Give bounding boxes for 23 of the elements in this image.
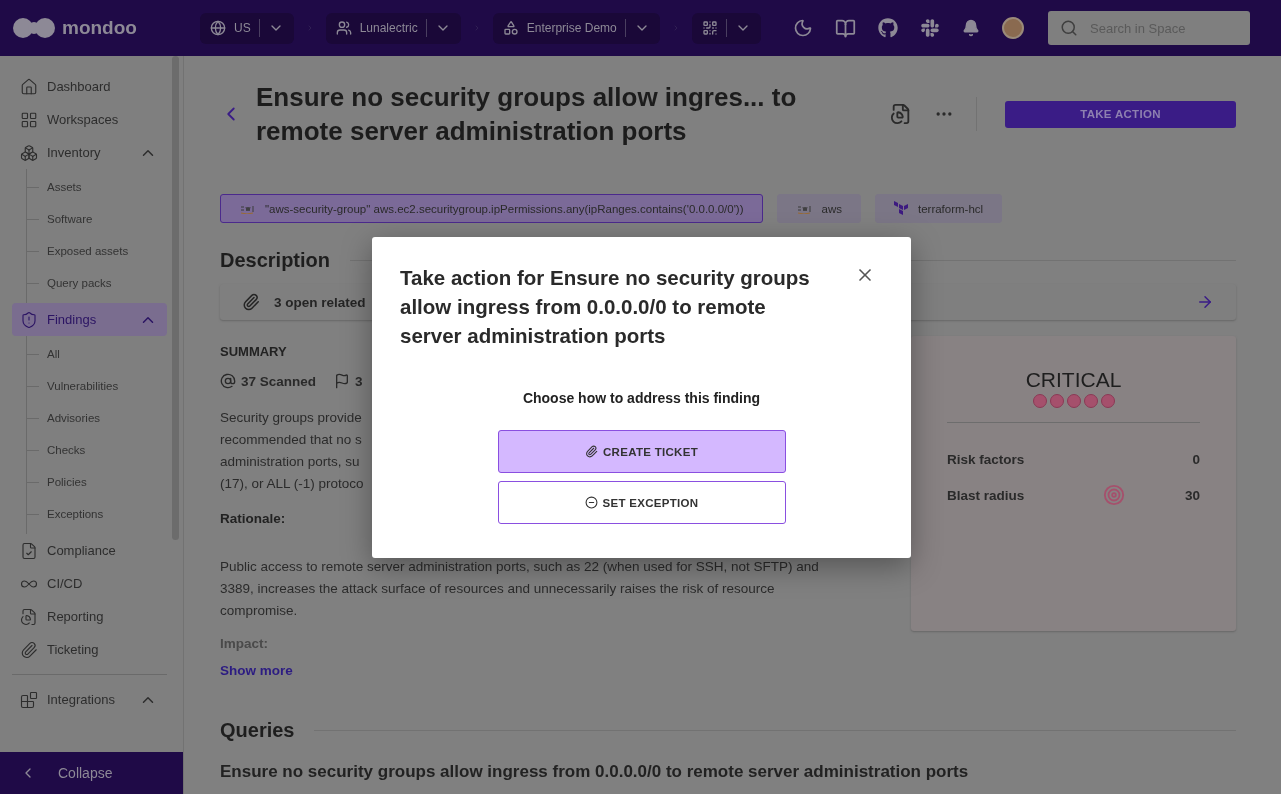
rationale-text: 3389, increases the attack surface of resources and unnecessarily raises the risk of resource: [220, 580, 775, 598]
stat: 3: [334, 373, 363, 389]
summary-label: SUMMARY: [220, 344, 288, 359]
section-heading: Queries: [220, 719, 295, 742]
description-text: (17), or ALL (-1) protoco: [220, 475, 364, 493]
risk-value: 0: [1192, 451, 1200, 467]
stat: 37 Scanned: [220, 373, 317, 389]
dialog-prompt: Choose how to address this finding: [521, 390, 762, 406]
risk-value: 30: [1184, 487, 1200, 503]
dialog-title: Take action for Ensure no security groups allow ingress from 0.0.0.0/0 to remote server administration ports: [400, 265, 811, 349]
description-text: administration ports, su: [220, 453, 360, 471]
query-title: Ensure no security groups allow ingress from 0.0.0.0/0 to remote server administration ports: [220, 762, 970, 782]
description-text: recommended that no s: [220, 431, 362, 449]
rationale-text: compromise.: [220, 602, 298, 620]
rationale-label: Rationale:: [220, 511, 286, 526]
severity-label: CRITICAL: [1024, 368, 1123, 392]
logo-text: mondoo: [62, 17, 137, 39]
section-heading: Description: [220, 249, 331, 272]
description-text: Security groups provide: [220, 409, 362, 427]
page-title: Ensure no security groups allow ingres... to remote server administration ports: [256, 81, 798, 148]
risk-label: Blast radius: [947, 487, 1026, 503]
risk-label: Risk factors: [947, 451, 1026, 467]
rationale-text: Public access to remote server administration ports, such as 22 (when used for SSH, not SFTP) and: [220, 558, 819, 576]
